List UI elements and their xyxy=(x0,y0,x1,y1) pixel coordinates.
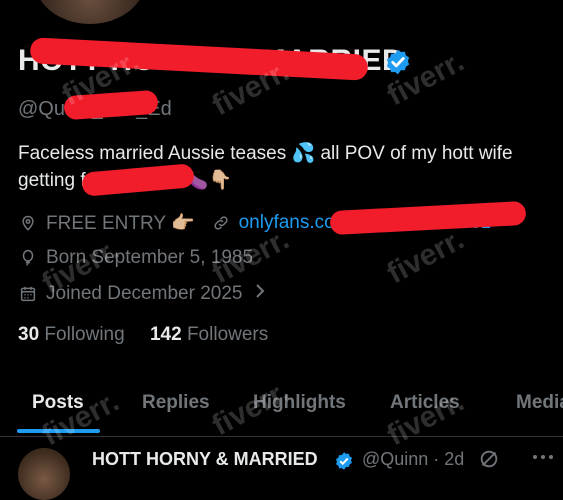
tab-posts[interactable]: Posts xyxy=(32,392,84,414)
joined-text: Joined December 2025 xyxy=(46,283,243,304)
followers-count: 142 xyxy=(149,324,182,345)
birthday-text: Born September 5, 1985 xyxy=(46,247,254,268)
profile-avatar[interactable] xyxy=(30,0,150,28)
followers-link[interactable]: 142 Followers xyxy=(150,324,268,345)
tab-media[interactable]: Media xyxy=(516,392,563,414)
more-options-icon[interactable] xyxy=(532,450,554,464)
grok-icon[interactable] xyxy=(478,448,500,470)
post-avatar[interactable] xyxy=(18,448,70,500)
calendar-icon xyxy=(18,284,38,304)
following-label: Following xyxy=(44,324,125,345)
bio-line-1: Faceless married Aussie teases 💦 all POV… xyxy=(18,143,513,164)
followers-label: Followers xyxy=(186,324,269,345)
link-icon xyxy=(211,213,231,233)
joined-row[interactable]: Joined December 2025 xyxy=(18,283,266,305)
post-author[interactable]: HOTT HORNY & MARRIED xyxy=(92,449,318,470)
link-redaction xyxy=(329,200,527,236)
tab-articles[interactable]: Articles xyxy=(390,392,460,414)
follow-stats: 30 Following 142 Followers xyxy=(18,324,268,346)
tab-highlights[interactable]: Highlights xyxy=(253,392,346,414)
birthday-row: Born September 5, 1985 xyxy=(18,247,253,269)
post-handle: @Quinn · 2d xyxy=(362,449,465,469)
location-pin-icon xyxy=(18,213,38,233)
location-text: FREE ENTRY 👉🏼 xyxy=(46,213,195,234)
balloon-icon xyxy=(18,248,38,268)
chevron-right-icon xyxy=(254,283,266,305)
active-tab-indicator xyxy=(17,429,100,433)
tab-replies[interactable]: Replies xyxy=(142,392,210,414)
following-count: 30 xyxy=(18,324,40,345)
following-link[interactable]: 30 Following xyxy=(18,324,125,345)
profile-tabs: Posts Replies Highlights Articles Media xyxy=(0,382,563,437)
verified-badge-icon[interactable] xyxy=(384,48,412,76)
post-verified-icon xyxy=(336,452,352,470)
